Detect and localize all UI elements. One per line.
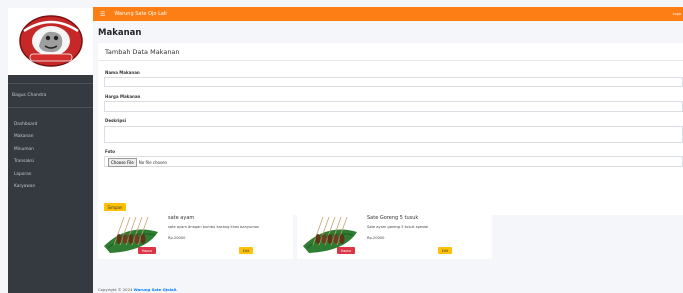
food-name-input[interactable]: [104, 77, 683, 87]
product-card: Sate Goreng 5 tusuk Sate ayam goreng 5 t…: [297, 211, 492, 259]
product-description: Sate ayam goreng 5 tusuk spesial: [367, 225, 429, 229]
footer-brand-link[interactable]: Warung Sate Ojolali.: [134, 287, 178, 292]
food-price-label: Harga Makanan: [105, 94, 141, 99]
food-description-label: Deskripsi: [105, 118, 127, 123]
hamburger-icon[interactable]: ☰: [100, 11, 105, 18]
delete-button[interactable]: Hapus: [138, 247, 156, 254]
app-title: Warung Sate Ojo Lali: [114, 11, 167, 17]
edit-button[interactable]: Edit: [239, 247, 253, 254]
product-description: sate ayam dnegan bumbu kacang khas banyu…: [168, 225, 259, 229]
footer-copyright: Copyright © 2024: [98, 287, 134, 292]
sidebar: Bagus Chandra Dashboard Makanan Minuman …: [8, 8, 93, 293]
topbar: ☰ Warung Sate Ojo Lali Logo: [93, 7, 683, 21]
main-content: Makanan Tambah Data Makanan Nama Makanan…: [93, 21, 683, 293]
restaurant-logo: [18, 14, 83, 67]
choose-file-button[interactable]: Choose File: [108, 158, 137, 167]
food-description-textarea[interactable]: [104, 126, 683, 143]
food-name-label: Nama Makanan: [105, 70, 140, 75]
sidebar-item-karyawan[interactable]: Karyawan: [8, 181, 93, 194]
file-status-text: No file chosen: [138, 160, 168, 165]
footer: Copyright © 2024 Warung Sate Ojolali.: [98, 287, 178, 292]
sidebar-item-dashboard[interactable]: Dashboard: [8, 118, 93, 131]
food-price-input[interactable]: [104, 101, 683, 112]
photo-input-box[interactable]: [104, 156, 683, 167]
photo-label: Foto: [105, 149, 115, 154]
edit-button[interactable]: Edit: [438, 247, 452, 254]
product-card: sate ayam sate ayam dnegan bumbu kacang …: [98, 211, 293, 259]
product-name: sate ayam: [168, 215, 195, 221]
add-food-form-card: Tambah Data Makanan Nama Makanan Harga M…: [98, 43, 683, 215]
user-name: Bagus Chandra: [12, 93, 47, 98]
product-price: Rp.20000: [168, 236, 186, 240]
product-price: Rp.20000: [367, 236, 385, 240]
sidebar-item-minuman[interactable]: Minuman: [8, 143, 93, 156]
sidebar-nav: Dashboard Makanan Minuman Transaksi Lapo…: [8, 118, 93, 193]
user-panel[interactable]: Bagus Chandra: [8, 83, 93, 108]
product-name: Sate Goreng 5 tusuk: [367, 215, 419, 221]
page-title: Makanan: [98, 28, 142, 38]
brand-logo-area[interactable]: [8, 8, 93, 75]
file-input-row: Choose File No file chosen: [108, 158, 167, 167]
delete-button[interactable]: Hapus: [337, 247, 355, 254]
sidebar-item-transaksi[interactable]: Transaksi: [8, 156, 93, 169]
sidebar-item-makanan[interactable]: Makanan: [8, 131, 93, 144]
form-header: Tambah Data Makanan: [98, 43, 683, 61]
topbar-right-text[interactable]: Logo: [673, 12, 681, 16]
sidebar-item-laporan[interactable]: Laporan: [8, 168, 93, 181]
